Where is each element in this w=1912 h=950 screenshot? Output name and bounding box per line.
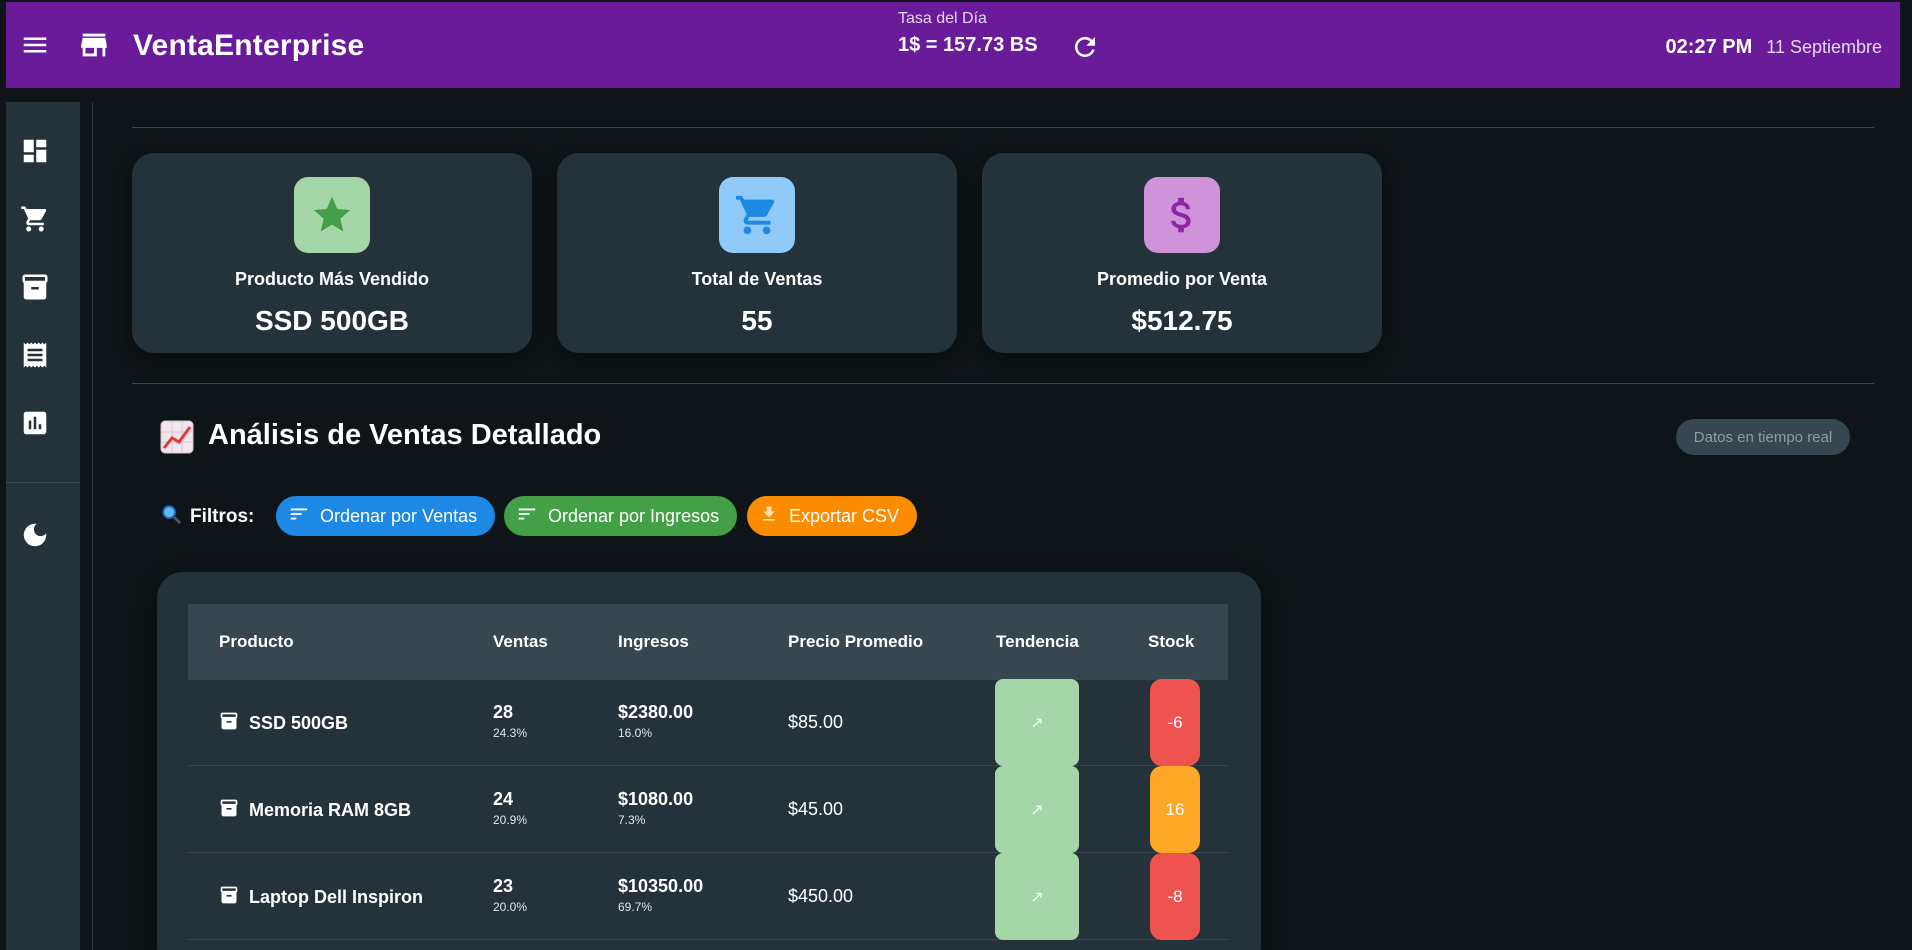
stat-value: $512.75 bbox=[1131, 305, 1233, 336]
column-header-sales[interactable]: Ventas bbox=[493, 632, 548, 652]
chip-label: Exportar CSV bbox=[789, 505, 900, 526]
store-icon bbox=[76, 28, 112, 62]
section-divider bbox=[132, 127, 1874, 128]
product-name: Laptop Dell Inspiron bbox=[249, 887, 423, 907]
stat-label: Total de Ventas bbox=[691, 269, 823, 289]
dark-mode-icon[interactable] bbox=[20, 520, 52, 552]
stat-card-top-product: Producto Más Vendido SSD 500GB bbox=[132, 153, 532, 353]
sales-cell: 24 20.9% bbox=[493, 789, 527, 827]
realtime-badge: Datos en tiempo real bbox=[1676, 419, 1850, 455]
download-icon bbox=[759, 504, 779, 529]
stat-card-average-sale: Promedio por Venta $512.75 bbox=[982, 153, 1382, 353]
stock-badge: 16 bbox=[1150, 766, 1200, 853]
stat-card-total-sales: Total de Ventas 55 bbox=[557, 153, 957, 353]
revenue-percent: 69.7% bbox=[618, 900, 653, 914]
revenue-amount: $1080.00 bbox=[618, 789, 694, 809]
stat-label: Producto Más Vendido bbox=[234, 269, 430, 289]
sort-by-revenue-button[interactable]: Ordenar por Ingresos bbox=[504, 496, 738, 536]
chip-label: Ordenar por Ingresos bbox=[548, 505, 720, 526]
sales-percent: 20.0% bbox=[493, 900, 528, 914]
clock: 02:27 PM 11 Septiembre bbox=[1666, 36, 1882, 59]
box-icon bbox=[219, 711, 239, 736]
export-csv-button[interactable]: Exportar CSV bbox=[747, 496, 918, 536]
revenue-percent: 16.0% bbox=[618, 726, 653, 740]
column-header-trend[interactable]: Tendencia bbox=[996, 632, 1079, 652]
exchange-rate: Tasa del Día 1$ = 157.73 BS bbox=[898, 10, 1038, 57]
revenue-cell: $10350.00 69.7% bbox=[618, 876, 703, 914]
sales-count: 24 bbox=[493, 789, 514, 809]
avg-price: $450.00 bbox=[788, 886, 854, 906]
column-header-avg-price[interactable]: Precio Promedio bbox=[788, 632, 923, 652]
product-cell: SSD 500GB bbox=[219, 711, 348, 736]
sort-icon bbox=[516, 503, 538, 530]
stat-value: SSD 500GB bbox=[254, 305, 410, 336]
table-row[interactable]: Laptop Dell Inspiron 23 20.0% $10350.00 … bbox=[188, 853, 1228, 940]
trend-up-icon: ↗ bbox=[995, 766, 1079, 853]
app-header: VentaEnterprise Tasa del Día 1$ = 157.73… bbox=[6, 2, 1900, 88]
sales-percent: 20.9% bbox=[493, 813, 528, 827]
dashboard-icon[interactable] bbox=[20, 136, 52, 168]
sidebar-divider bbox=[6, 482, 80, 483]
product-name: Memoria RAM 8GB bbox=[249, 800, 412, 820]
table-row[interactable]: SSD 500GB 28 24.3% $2380.00 16.0% $85.00… bbox=[188, 679, 1228, 766]
inventory-icon[interactable] bbox=[20, 272, 52, 304]
box-icon bbox=[219, 798, 239, 823]
dollar-icon bbox=[1144, 177, 1220, 253]
column-header-revenue[interactable]: Ingresos bbox=[618, 632, 689, 652]
trend-up-icon: ↗ bbox=[995, 679, 1079, 766]
sidebar bbox=[6, 102, 80, 950]
menu-icon[interactable] bbox=[20, 30, 50, 60]
table-header: Producto Ventas Ingresos Precio Promedio… bbox=[188, 604, 1228, 680]
stock-badge: -6 bbox=[1150, 679, 1200, 766]
sort-icon bbox=[288, 503, 310, 530]
column-header-stock[interactable]: Stock bbox=[1148, 632, 1194, 652]
star-icon bbox=[294, 177, 370, 253]
sales-cell: 28 24.3% bbox=[493, 702, 527, 740]
clock-date: 11 Septiembre bbox=[1766, 37, 1882, 57]
chart-increasing-icon bbox=[160, 420, 194, 454]
sales-count: 23 bbox=[493, 876, 514, 896]
sales-table-card: Producto Ventas Ingresos Precio Promedio… bbox=[157, 572, 1261, 950]
receipt-icon[interactable] bbox=[20, 340, 52, 372]
stat-value: 55 bbox=[741, 305, 773, 336]
avg-price: $85.00 bbox=[788, 712, 844, 732]
revenue-cell: $2380.00 16.0% bbox=[618, 702, 693, 740]
stat-label: Promedio por Venta bbox=[1096, 269, 1268, 289]
analysis-title: Análisis de Ventas Detallado bbox=[208, 419, 602, 451]
column-header-product[interactable]: Producto bbox=[219, 632, 294, 652]
product-cell: Memoria RAM 8GB bbox=[219, 798, 411, 823]
refresh-icon[interactable] bbox=[1070, 32, 1100, 62]
rate-value: 1$ = 157.73 BS bbox=[898, 34, 1038, 56]
filters-label: Filtros: bbox=[160, 503, 254, 531]
filters-label-text: Filtros: bbox=[190, 506, 255, 527]
clock-time: 02:27 PM bbox=[1665, 36, 1753, 58]
sales-cell: 23 20.0% bbox=[493, 876, 527, 914]
product-cell: Laptop Dell Inspiron bbox=[219, 885, 423, 910]
revenue-amount: $10350.00 bbox=[618, 876, 704, 896]
product-name: SSD 500GB bbox=[249, 713, 349, 733]
revenue-cell: $1080.00 7.3% bbox=[618, 789, 693, 827]
trend-up-icon: ↗ bbox=[995, 853, 1079, 940]
content-divider bbox=[92, 102, 93, 950]
rate-label: Tasa del Día bbox=[898, 10, 987, 27]
reports-icon[interactable] bbox=[20, 408, 52, 440]
table-row[interactable]: Memoria RAM 8GB 24 20.9% $1080.00 7.3% $… bbox=[188, 766, 1228, 853]
cart-icon[interactable] bbox=[20, 204, 52, 236]
sort-by-sales-button[interactable]: Ordenar por Ventas bbox=[276, 496, 496, 536]
stock-badge: -8 bbox=[1150, 853, 1200, 940]
cart-icon bbox=[719, 177, 795, 253]
chip-label: Ordenar por Ventas bbox=[320, 505, 478, 526]
revenue-amount: $2380.00 bbox=[618, 702, 694, 722]
sales-percent: 24.3% bbox=[493, 726, 528, 740]
search-icon bbox=[160, 503, 182, 531]
section-divider bbox=[132, 383, 1874, 384]
sales-count: 28 bbox=[493, 702, 514, 722]
box-icon bbox=[219, 885, 239, 910]
app-title: VentaEnterprise bbox=[133, 29, 365, 62]
revenue-percent: 7.3% bbox=[618, 813, 646, 827]
avg-price: $45.00 bbox=[788, 799, 844, 819]
